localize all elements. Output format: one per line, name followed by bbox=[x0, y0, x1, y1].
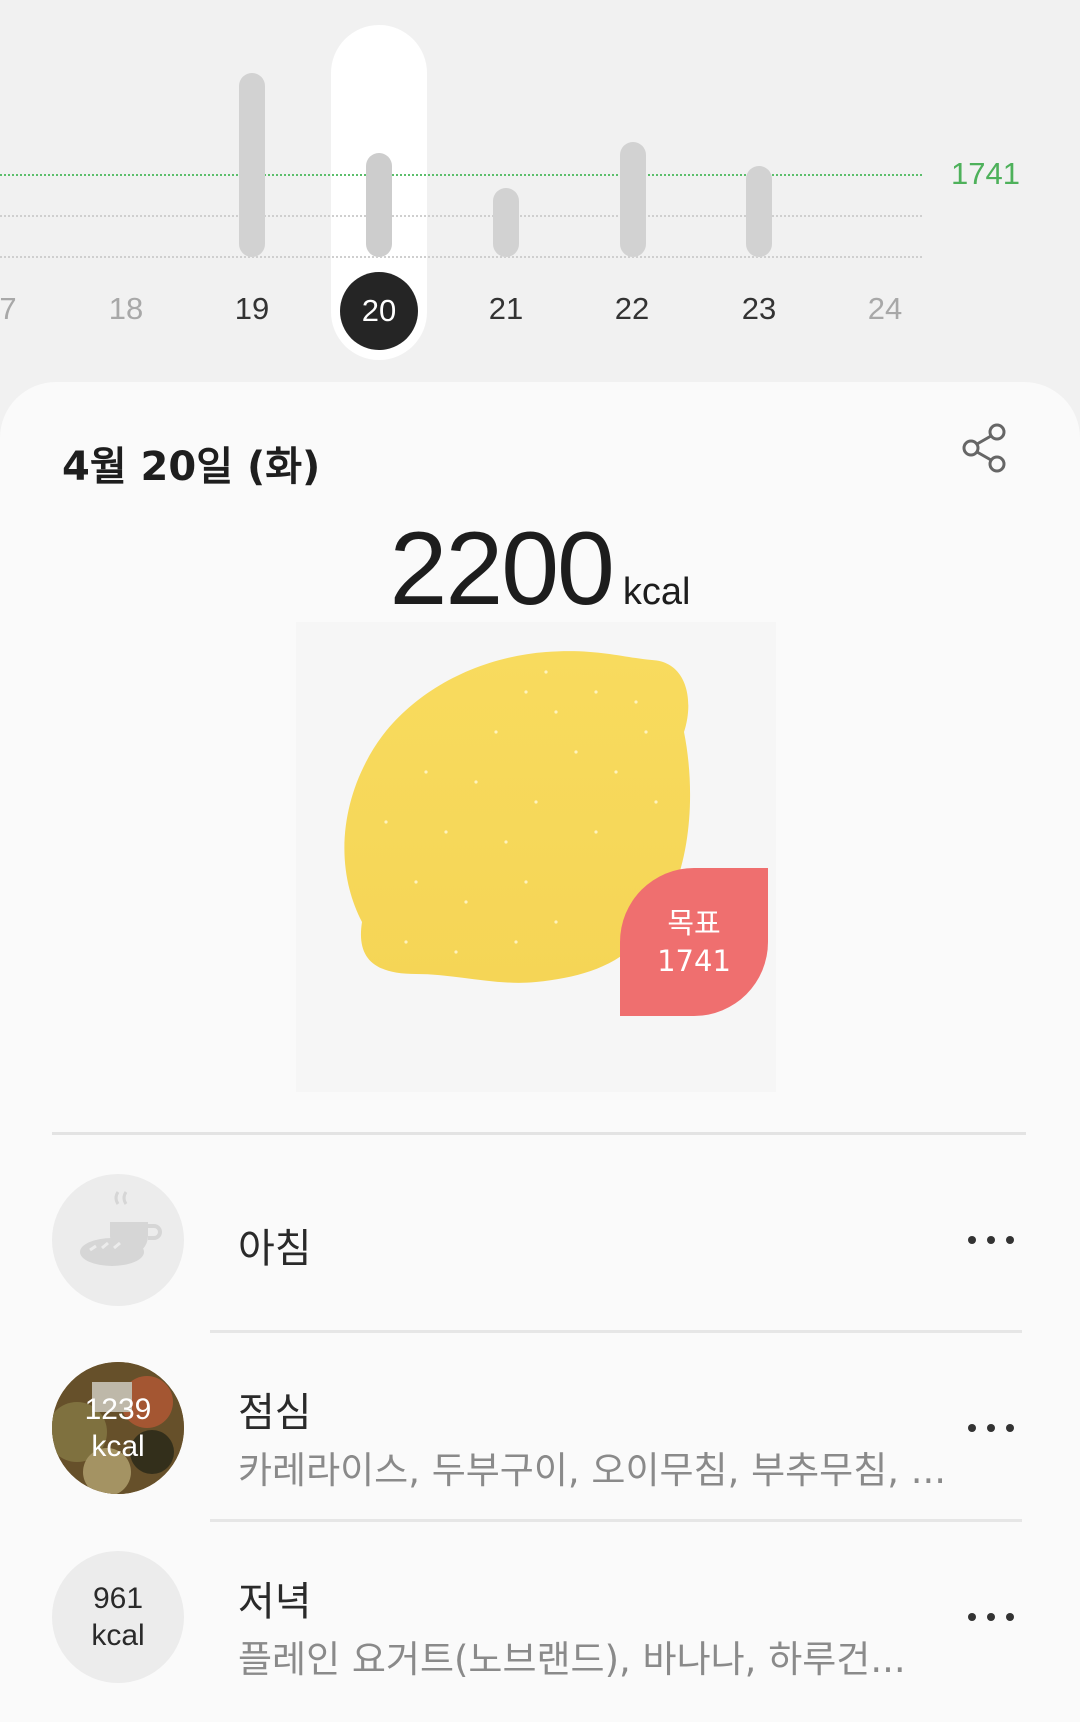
day-bar-21[interactable] bbox=[493, 188, 519, 257]
meal-title: 아침 bbox=[238, 1226, 312, 1272]
goal-badge: 목표 1741 bbox=[620, 868, 768, 1016]
thumb-kcal-value: 1239 bbox=[84, 1393, 152, 1426]
day-label[interactable]: 7 bbox=[0, 291, 48, 327]
meal-subtitle: 카레라이스, 두부구이, 오이무침, 부추무침, ... bbox=[238, 1449, 947, 1492]
goal-badge-value: 1741 bbox=[657, 944, 731, 978]
day-label[interactable]: 19 bbox=[212, 291, 292, 327]
total-kcal-value: 2200 bbox=[389, 511, 615, 627]
goal-line bbox=[0, 174, 922, 176]
selected-day-label[interactable]: 20 bbox=[340, 272, 418, 350]
day-bar-23[interactable] bbox=[746, 166, 772, 257]
date-title: 4월 20일 (화) bbox=[62, 444, 321, 490]
meal-title: 점심 bbox=[238, 1390, 312, 1436]
breakfast-bread-coffee-icon bbox=[80, 1191, 162, 1266]
thumb-kcal-unit: kcal bbox=[91, 1619, 145, 1652]
thumb-kcal: 961 kcal bbox=[52, 1551, 184, 1683]
divider bbox=[210, 1330, 1022, 1333]
total-kcal-unit: kcal bbox=[622, 571, 691, 613]
more-options-icon[interactable] bbox=[966, 1422, 1016, 1434]
thumb-kcal-unit: kcal bbox=[91, 1430, 145, 1463]
divider bbox=[52, 1132, 1026, 1135]
lemon-icon bbox=[344, 651, 691, 983]
meal-subtitle: 플레인 요거트(노브랜드), 바나나, 하루건... bbox=[238, 1638, 906, 1681]
day-bar-22[interactable] bbox=[620, 142, 646, 257]
day-label[interactable]: 18 bbox=[86, 291, 166, 327]
total-calories: 2200 kcal bbox=[0, 510, 1080, 629]
daily-calorie-chart[interactable]: 1741 7 18 19 20 21 22 23 24 bbox=[0, 0, 1080, 380]
thumb-kcal-value: 961 bbox=[92, 1582, 144, 1615]
meal-thumb-dinner[interactable]: 961 kcal bbox=[52, 1551, 184, 1683]
day-bar-20[interactable] bbox=[366, 153, 392, 257]
grid-line bbox=[0, 256, 922, 258]
share-icon[interactable] bbox=[960, 422, 1010, 474]
meal-thumb-breakfast[interactable] bbox=[52, 1174, 184, 1306]
day-label[interactable]: 24 bbox=[845, 291, 925, 327]
day-detail-card: 4월 20일 (화) 2200 kcal 목표 1741 아침 1239 kca… bbox=[0, 382, 1080, 1722]
lemon-illustration bbox=[296, 622, 776, 1092]
day-bar-19[interactable] bbox=[239, 73, 265, 257]
day-label[interactable]: 22 bbox=[592, 291, 672, 327]
meal-row-dinner[interactable]: 961 kcal 저녁 플레인 요거트(노브랜드), 바나나, 하루건... bbox=[0, 1549, 1080, 1699]
divider bbox=[210, 1519, 1022, 1522]
meal-title: 저녁 bbox=[238, 1579, 312, 1625]
goal-badge-label: 목표 bbox=[667, 906, 721, 940]
goal-line-label: 1741 bbox=[951, 156, 1020, 191]
meal-row-lunch[interactable]: 1239 kcal 점심 카레라이스, 두부구이, 오이무침, 부추무침, ..… bbox=[0, 1360, 1080, 1510]
day-label[interactable]: 23 bbox=[719, 291, 799, 327]
thumb-kcal: 1239 kcal bbox=[52, 1362, 184, 1494]
meal-thumb-lunch[interactable]: 1239 kcal bbox=[52, 1362, 184, 1494]
more-options-icon[interactable] bbox=[966, 1611, 1016, 1623]
day-label[interactable]: 21 bbox=[466, 291, 546, 327]
grid-line bbox=[0, 215, 922, 217]
meal-row-breakfast[interactable]: 아침 bbox=[0, 1172, 1080, 1322]
more-options-icon[interactable] bbox=[966, 1234, 1016, 1246]
